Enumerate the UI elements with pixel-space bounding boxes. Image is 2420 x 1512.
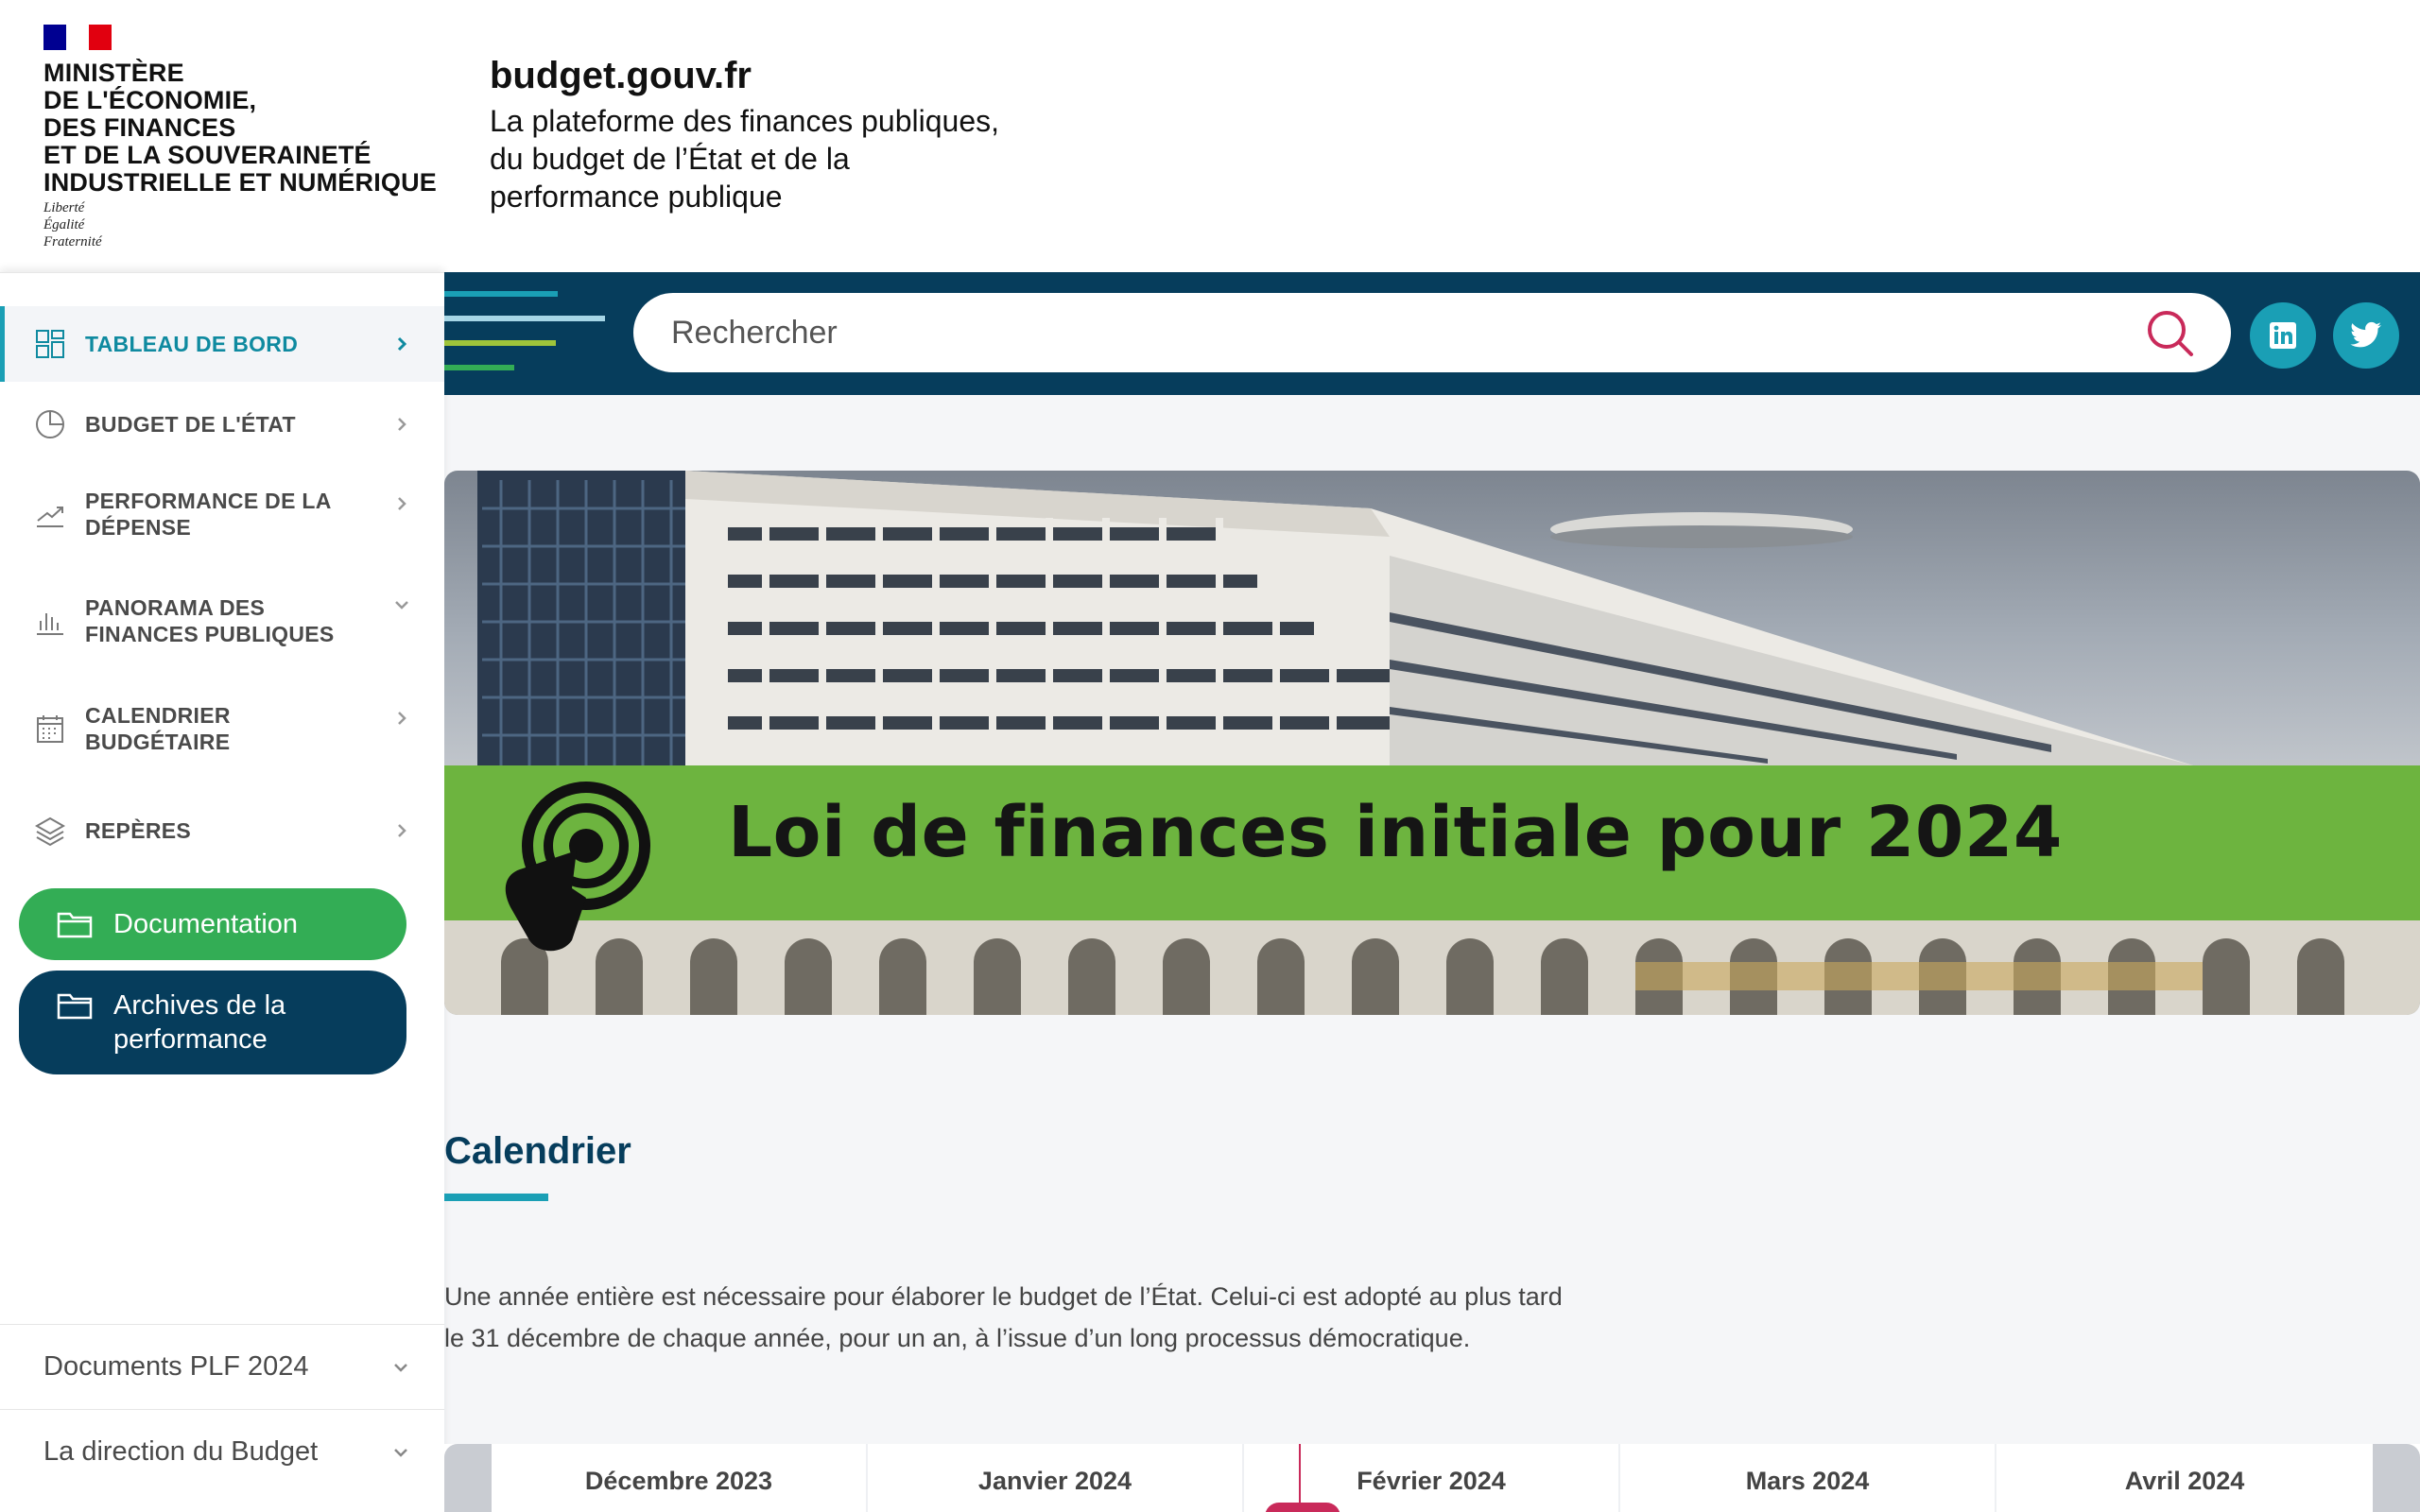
- chevron-right-icon: [398, 824, 406, 837]
- timeline-month[interactable]: Décembre 2023: [492, 1444, 868, 1512]
- layers-icon: [34, 816, 66, 847]
- month-label: Janvier 2024: [977, 1467, 1132, 1495]
- sidebar-item-performance-depense[interactable]: PERFORMANCE DE LA DÉPENSE: [0, 467, 444, 561]
- sidebar-item-tableau-de-bord[interactable]: TABLEAU DE BORD: [0, 306, 444, 382]
- search-bar-region: [444, 272, 2420, 395]
- folder-icon: [57, 912, 93, 938]
- sidebar-item-panorama[interactable]: PANORAMA DES FINANCES PUBLIQUES: [0, 574, 444, 668]
- chevron-right-icon: [398, 497, 406, 510]
- linkedin-button[interactable]: [2250, 302, 2316, 369]
- sidebar-item-label: PERFORMANCE DE LA DÉPENSE: [85, 489, 331, 540]
- pie-chart-icon: [36, 410, 64, 438]
- site-header: MINISTÈRE DE L'ÉCONOMIE, DES FINANCES ET…: [0, 0, 2420, 272]
- sidebar-nav: TABLEAU DE BORD BUDGET DE L'ÉTAT PERFORM…: [0, 272, 444, 1512]
- chevron-down-icon: [394, 1363, 407, 1372]
- timeline-prev-button[interactable]: [444, 1444, 492, 1512]
- timeline-month[interactable]: Mars 2024: [1620, 1444, 1996, 1512]
- calendar-title-underline: [444, 1194, 548, 1201]
- calendar-description: Une année entière est nécessaire pour él…: [444, 1282, 1563, 1352]
- chevron-right-icon: [398, 712, 406, 725]
- search-input[interactable]: [671, 293, 2089, 372]
- footer-item-label: Documents PLF 2024: [43, 1351, 309, 1382]
- month-label: Mars 2024: [1745, 1467, 1870, 1495]
- documentation-label: Documentation: [113, 909, 299, 939]
- calendar-title: Calendrier: [444, 1130, 631, 1172]
- sidebar-item-budget-etat[interactable]: BUDGET DE L'ÉTAT: [0, 387, 444, 462]
- calendar-timeline: Décembre 2023 Janvier 2024 Février 2024 …: [444, 1444, 2420, 1512]
- timeline-month[interactable]: Avril 2024: [1996, 1444, 2373, 1512]
- ministry-name[interactable]: MINISTÈRE DE L'ÉCONOMIE, DES FINANCES ET…: [43, 60, 441, 197]
- timeline-next-button[interactable]: [2373, 1444, 2420, 1512]
- sidebar-item-reperes[interactable]: REPÈRES: [0, 793, 444, 868]
- site-tagline: La plateforme des finances publiques, du…: [490, 104, 1000, 214]
- touch-click-icon: [505, 782, 650, 952]
- dashboard-icon: [36, 330, 64, 358]
- chevron-down-icon: [394, 1448, 407, 1457]
- documents-plf-2024-item[interactable]: Documents PLF 2024: [0, 1324, 444, 1409]
- chevron-down-icon: [395, 601, 408, 610]
- folder-icon: [57, 993, 93, 1020]
- search-icon[interactable]: [2146, 309, 2195, 358]
- archives-performance-button[interactable]: Archives de la performance: [19, 971, 406, 1074]
- month-label: Avril 2024: [2124, 1467, 2245, 1495]
- footer-item-label: La direction du Budget: [43, 1436, 319, 1467]
- trend-up-icon: [37, 507, 63, 527]
- month-label: Décembre 2023: [584, 1467, 773, 1495]
- current-date-indicator[interactable]: [1265, 1503, 1340, 1512]
- timeline-month[interactable]: Janvier 2024: [868, 1444, 1244, 1512]
- sidebar-item-calendrier[interactable]: CALENDRIER BUDGÉTAIRE: [0, 681, 444, 776]
- republic-flag-logo[interactable]: [43, 25, 112, 50]
- republic-motto: Liberté Égalité Fraternité: [43, 200, 102, 249]
- hero-banner[interactable]: Loi de finances initiale pour 2024: [444, 471, 2420, 1015]
- twitter-icon: [2350, 321, 2381, 348]
- bar-chart-icon: [37, 613, 63, 635]
- search-box: [633, 293, 2231, 372]
- linkedin-icon: [2270, 322, 2296, 349]
- documentation-button[interactable]: Documentation: [19, 888, 406, 960]
- sidebar-item-label: PANORAMA DES FINANCES PUBLIQUES: [85, 595, 335, 646]
- chevron-right-icon: [398, 418, 406, 431]
- sidebar-item-label: CALENDRIER BUDGÉTAIRE: [85, 703, 231, 754]
- twitter-button[interactable]: [2333, 302, 2399, 369]
- month-label: Février 2024: [1357, 1467, 1506, 1495]
- calendar-icon: [37, 715, 63, 743]
- sidebar-item-label: REPÈRES: [85, 818, 192, 843]
- banner-title: Loi de finances initiale pour 2024: [728, 792, 2063, 873]
- sidebar-item-label: TABLEAU DE BORD: [85, 332, 299, 356]
- archives-label: Archives de la performance: [113, 990, 286, 1055]
- chevron-right-icon: [397, 336, 407, 352]
- sidebar-item-label: BUDGET DE L'ÉTAT: [85, 412, 296, 437]
- direction-budget-item[interactable]: La direction du Budget: [0, 1409, 444, 1494]
- site-name[interactable]: budget.gouv.fr: [490, 55, 752, 97]
- ministry-building-illustration: [444, 471, 2420, 1015]
